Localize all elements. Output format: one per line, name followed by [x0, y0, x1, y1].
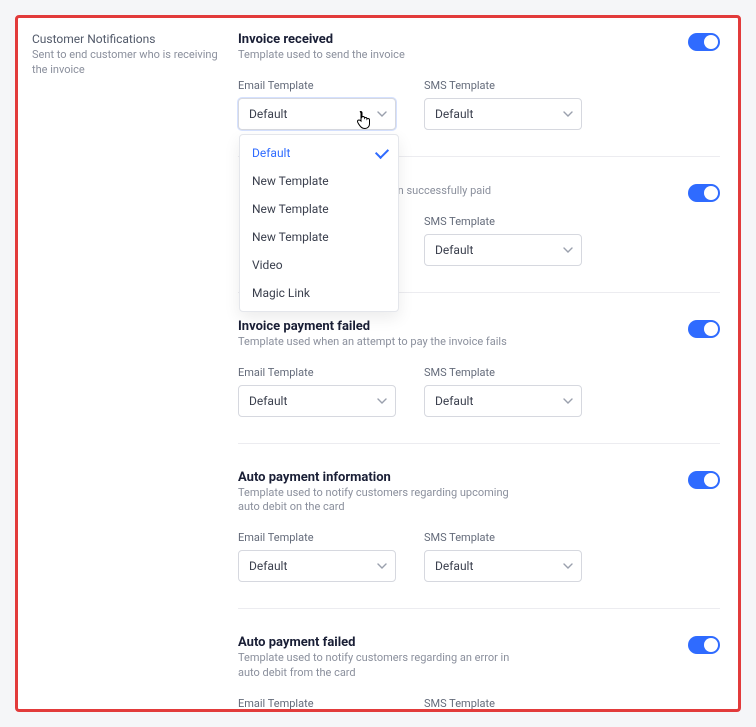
section-title: Auto payment information: [238, 470, 528, 485]
section-description: Template used to send the invoice: [238, 48, 405, 63]
select-value: Default: [249, 394, 287, 408]
sidebar-description: Sent to end customer who is receiving th…: [32, 48, 220, 78]
sms-template-label: SMS Template: [424, 79, 582, 92]
toggle-invoice-payment-failed[interactable]: [688, 320, 720, 338]
toggle-auto-payment-failed[interactable]: [688, 636, 720, 654]
email-template-select[interactable]: Default: [238, 550, 396, 582]
chevron-down-icon: [563, 247, 573, 253]
settings-panel: Customer Notifications Sent to end custo…: [15, 15, 741, 712]
section-description: Template used to notify customers regard…: [238, 486, 528, 516]
section-title: Invoice received: [238, 32, 405, 47]
dropdown-option-default[interactable]: Default: [240, 139, 398, 167]
section-invoice-received: Invoice received Template used to send t…: [238, 32, 720, 157]
select-value: Default: [249, 107, 287, 121]
select-value: Default: [435, 559, 473, 573]
section-description: Template used to notify customers regard…: [238, 651, 528, 681]
sms-template-label: SMS Template: [424, 531, 582, 544]
chevron-down-icon: [563, 563, 573, 569]
dropdown-option[interactable]: New Template: [240, 167, 398, 195]
sidebar: Customer Notifications Sent to end custo…: [32, 32, 232, 78]
dropdown-option[interactable]: Video: [240, 251, 398, 279]
email-template-dropdown[interactable]: Default New Template New Template New Te…: [239, 134, 399, 312]
select-value: Default: [435, 107, 473, 121]
section-invoice-payment-failed: Invoice payment failed Template used whe…: [238, 319, 720, 444]
main-content: Invoice received Template used to send t…: [232, 32, 720, 712]
sms-template-select[interactable]: Default: [424, 550, 582, 582]
section-auto-payment-information: Auto payment information Template used t…: [238, 470, 720, 610]
pointer-cursor-icon: [355, 111, 373, 134]
chevron-down-icon: [377, 563, 387, 569]
section-description: Template used when an attempt to pay the…: [238, 335, 507, 350]
email-template-label: Email Template: [238, 366, 396, 379]
select-value: Default: [435, 243, 473, 257]
dropdown-option[interactable]: Magic Link: [240, 279, 398, 307]
sms-template-select[interactable]: Default: [424, 385, 582, 417]
sms-template-label: SMS Template: [424, 697, 582, 710]
sms-template-select[interactable]: Default: [424, 98, 582, 130]
select-value: Default: [249, 559, 287, 573]
section-auto-payment-failed: Auto payment failed Template used to not…: [238, 635, 720, 712]
sms-template-select[interactable]: Default: [424, 234, 582, 266]
sms-template-label: SMS Template: [424, 215, 582, 228]
select-value: Default: [435, 394, 473, 408]
chevron-down-icon: [377, 398, 387, 404]
section-title: Auto payment failed: [238, 635, 528, 650]
sms-template-label: SMS Template: [424, 366, 582, 379]
dropdown-option[interactable]: New Template: [240, 223, 398, 251]
sidebar-title: Customer Notifications: [32, 32, 220, 46]
email-template-select[interactable]: Default Default New Template New Templat…: [238, 98, 396, 130]
email-template-label: Email Template: [238, 531, 396, 544]
dropdown-option[interactable]: New Template: [240, 195, 398, 223]
chevron-down-icon: [563, 398, 573, 404]
email-template-select[interactable]: Default: [238, 385, 396, 417]
email-template-label: Email Template: [238, 79, 396, 92]
toggle-invoice-paid[interactable]: [688, 184, 720, 202]
email-template-label: Email Template: [238, 697, 396, 710]
chevron-down-icon: [563, 111, 573, 117]
toggle-auto-payment-information[interactable]: [688, 471, 720, 489]
toggle-invoice-received[interactable]: [688, 33, 720, 51]
section-title: Invoice payment failed: [238, 319, 507, 334]
chevron-down-icon: [377, 111, 387, 117]
